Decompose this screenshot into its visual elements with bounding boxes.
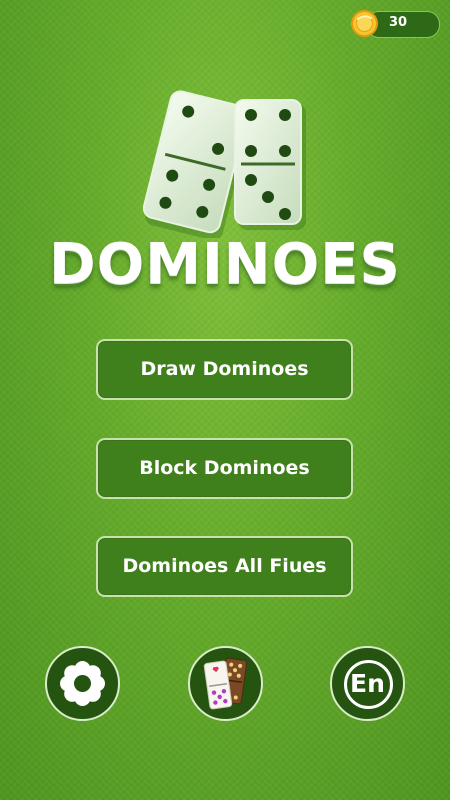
all-fives-button[interactable]: Dominoes All Fiues	[96, 536, 353, 597]
language-label: En	[350, 669, 385, 698]
domino-skins-button[interactable]	[188, 646, 263, 721]
language-button[interactable]: En	[330, 646, 405, 721]
domino-tiles-icon	[142, 90, 306, 238]
coin-counter[interactable]: 30	[350, 10, 440, 38]
settings-button[interactable]	[45, 646, 120, 721]
gear-icon	[60, 661, 105, 706]
coin-count: 30	[388, 15, 408, 30]
block-dominoes-button[interactable]: Block Dominoes	[96, 438, 353, 499]
domino-skins-icon	[203, 657, 248, 710]
game-title: DOMINOES	[49, 232, 401, 297]
gold-coin-icon	[351, 10, 378, 37]
draw-dominoes-button[interactable]: Draw Dominoes	[96, 339, 353, 400]
